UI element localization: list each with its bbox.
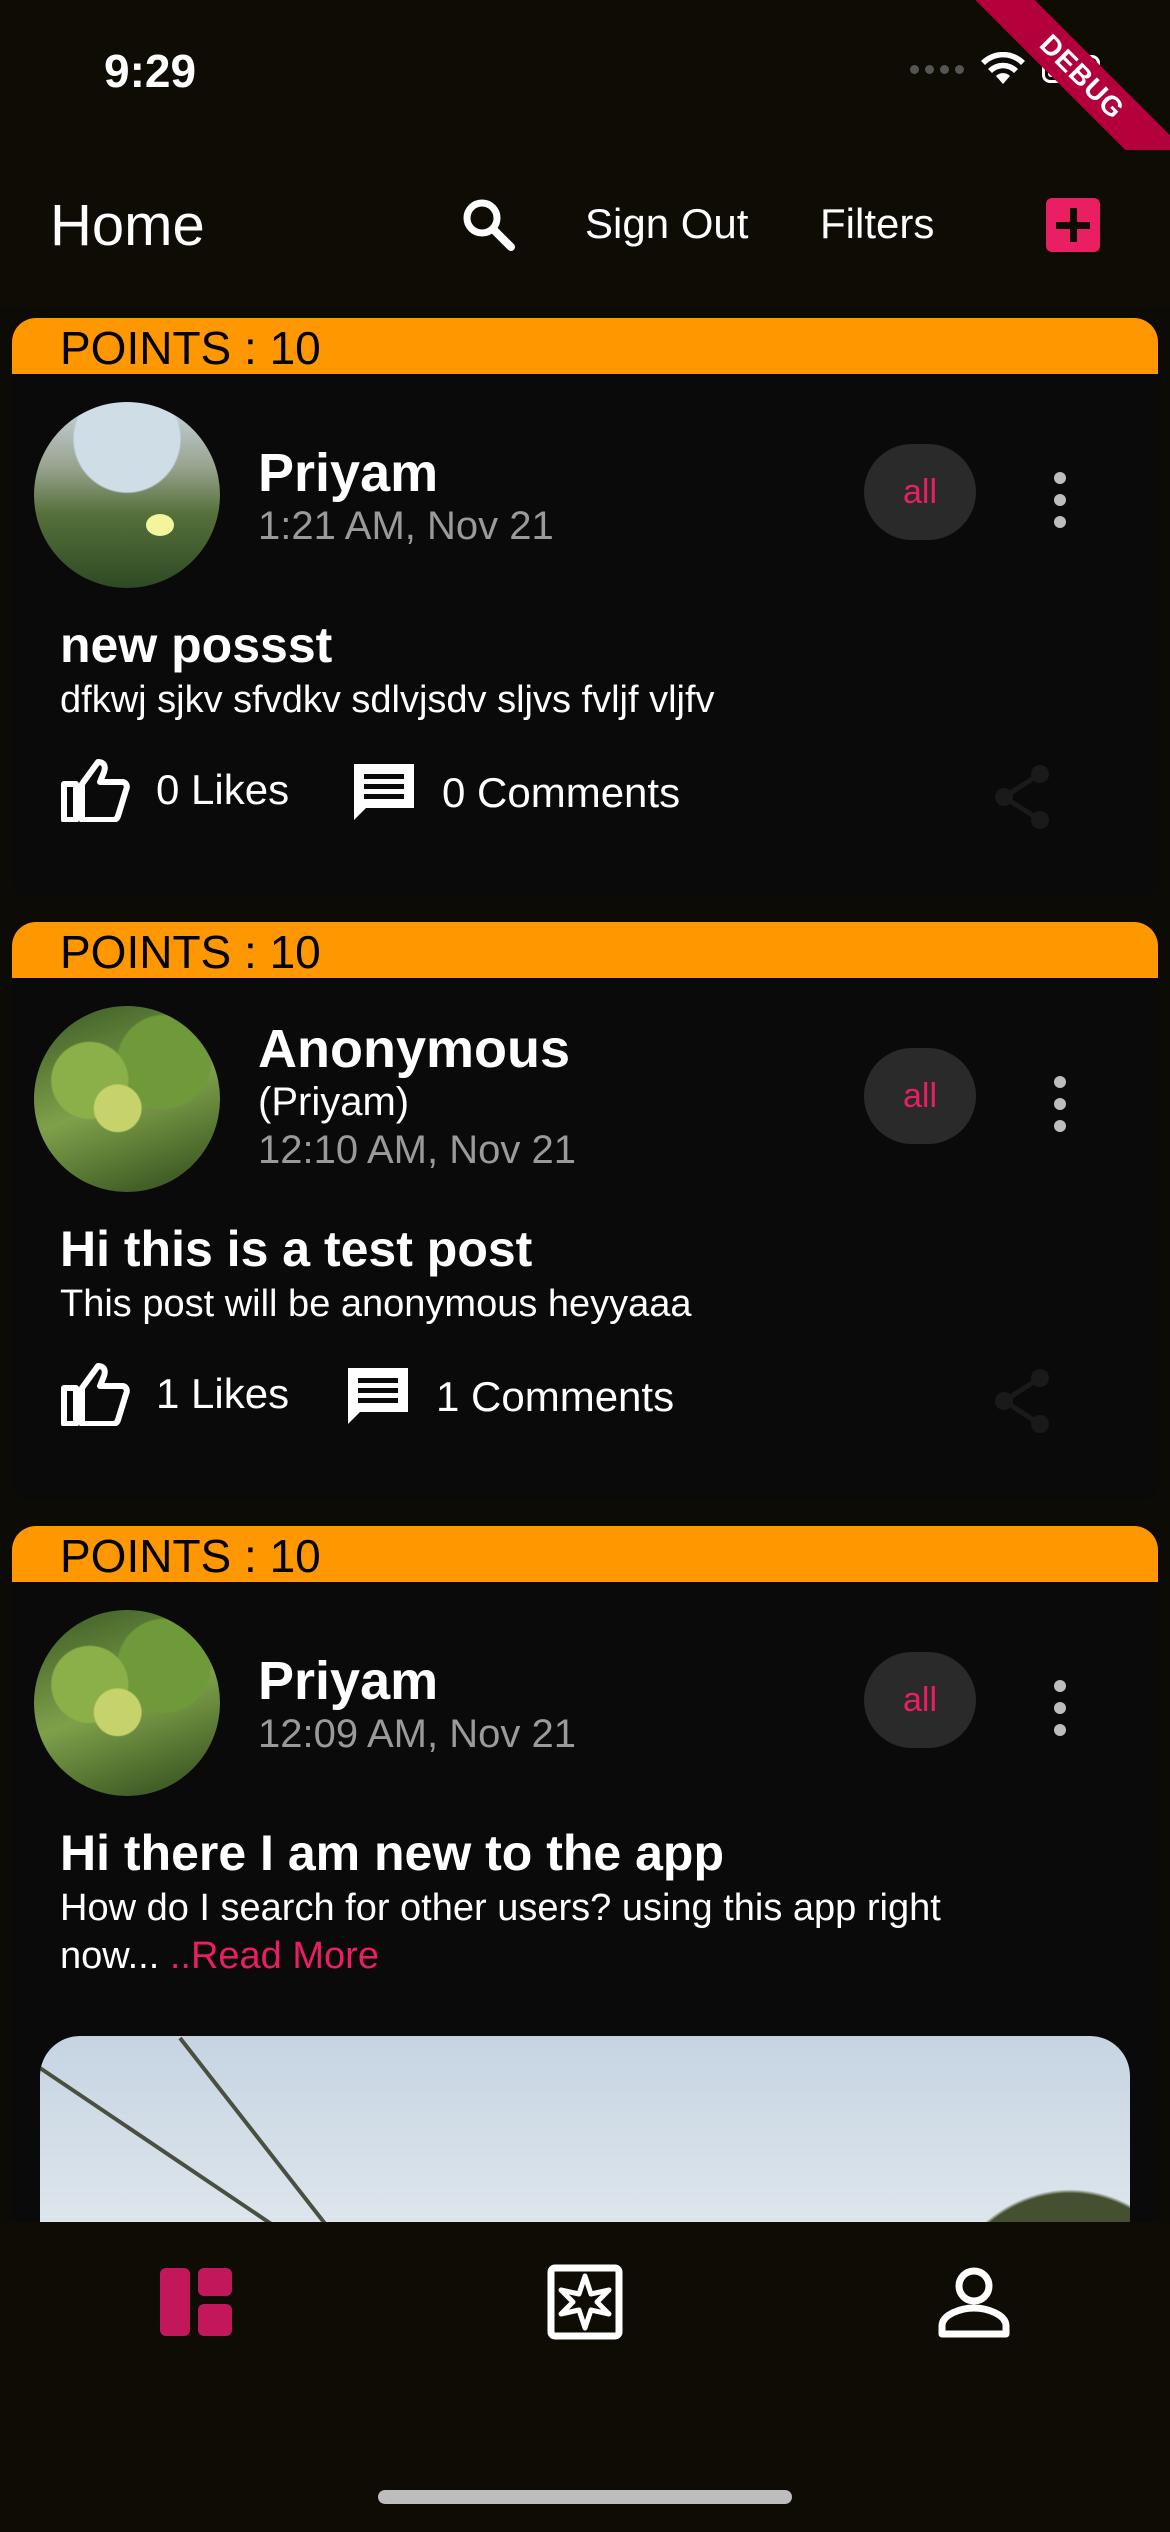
post-body: dfkwj sjkv sfvdkv sdlvjsdv sljvs fvljf v… <box>60 676 1048 724</box>
post-author[interactable]: Priyam <box>258 442 438 504</box>
more-options-icon[interactable] <box>1052 1680 1068 1740</box>
post-body-text: This post will be anonymous heyyaaa <box>60 1283 692 1325</box>
category-chip[interactable]: all <box>864 1652 976 1748</box>
comment-button[interactable]: 0 Comments <box>352 762 680 824</box>
post-body: How do I search for other users? using t… <box>60 1884 1048 1980</box>
category-chip[interactable]: all <box>864 1048 976 1144</box>
search-icon[interactable] <box>458 194 518 254</box>
read-more-link[interactable]: ..Read More <box>159 1935 379 1977</box>
thumbs-up-icon <box>61 1363 130 1426</box>
post-title: Hi there I am new to the app <box>60 1825 724 1881</box>
status-time: 9:29 <box>104 45 197 97</box>
post-time: 12:10 AM, Nov 21 <box>258 1128 576 1172</box>
post-body-text: dfkwj sjkv sfvdkv sdlvjsdv sljvs fvljf v… <box>60 679 715 721</box>
share-icon[interactable] <box>992 764 1052 830</box>
post-time: 1:21 AM, Nov 21 <box>258 504 554 548</box>
post-author[interactable]: Anonymous <box>258 1018 570 1080</box>
points-banner: POINTS : 10 <box>12 1526 1158 1582</box>
comments-count: 0 Comments <box>442 769 681 816</box>
status-bar: 9:29 DEBUG <box>0 0 1170 198</box>
post-image[interactable] <box>40 2036 1130 2222</box>
page-title: Home <box>50 193 205 258</box>
like-button[interactable]: 0 Likes <box>60 758 289 822</box>
add-post-button[interactable] <box>1046 198 1100 252</box>
post-card: POINTS : 10 Anonymous (Priyam) 12:10 AM,… <box>12 922 1158 1500</box>
post-time: 12:09 AM, Nov 21 <box>258 1712 576 1756</box>
post-card: POINTS : 10 Priyam 1:21 AM, Nov 21 all n… <box>12 318 1158 896</box>
points-banner: POINTS : 10 <box>12 318 1158 374</box>
app-bar: Home Sign Out Filters <box>0 150 1170 308</box>
like-button[interactable]: 1 Likes <box>60 1362 289 1426</box>
bottom-navigation <box>0 2222 1170 2532</box>
filters-button[interactable]: Filters <box>820 200 934 248</box>
more-options-icon[interactable] <box>1052 1076 1068 1136</box>
post-author-sub: (Priyam) <box>258 1080 410 1124</box>
home-indicator[interactable] <box>378 2490 792 2504</box>
post-body: This post will be anonymous heyyaaa <box>60 1280 1048 1328</box>
more-options-icon[interactable] <box>1052 472 1068 532</box>
dashboard-icon[interactable] <box>156 2262 236 2342</box>
avatar[interactable] <box>34 1610 220 1796</box>
category-chip[interactable]: all <box>864 444 976 540</box>
points-banner: POINTS : 10 <box>12 922 1158 978</box>
cellular-signal-icon <box>910 64 964 74</box>
comment-icon <box>354 764 414 820</box>
wifi-icon <box>981 52 1025 84</box>
likes-count: 1 Likes <box>156 1370 290 1417</box>
post-title: Hi this is a test post <box>60 1221 533 1277</box>
comment-icon <box>348 1368 408 1424</box>
comment-button[interactable]: 1 Comments <box>346 1366 674 1428</box>
thumbs-up-icon <box>61 759 130 822</box>
avatar[interactable] <box>34 1006 220 1192</box>
avatar[interactable] <box>34 402 220 588</box>
comments-count: 1 Comments <box>436 1373 675 1420</box>
post-title: new possst <box>60 617 333 673</box>
explore-icon[interactable] <box>545 2262 625 2342</box>
likes-count: 0 Likes <box>156 766 290 813</box>
profile-icon[interactable] <box>934 2262 1014 2342</box>
post-feed[interactable]: POINTS : 10 Priyam 1:21 AM, Nov 21 all n… <box>12 318 1158 2222</box>
sign-out-button[interactable]: Sign Out <box>585 200 748 248</box>
post-author[interactable]: Priyam <box>258 1650 438 1712</box>
share-icon[interactable] <box>992 1368 1052 1434</box>
post-card: POINTS : 10 Priyam 12:09 AM, Nov 21 all … <box>12 1526 1158 2222</box>
